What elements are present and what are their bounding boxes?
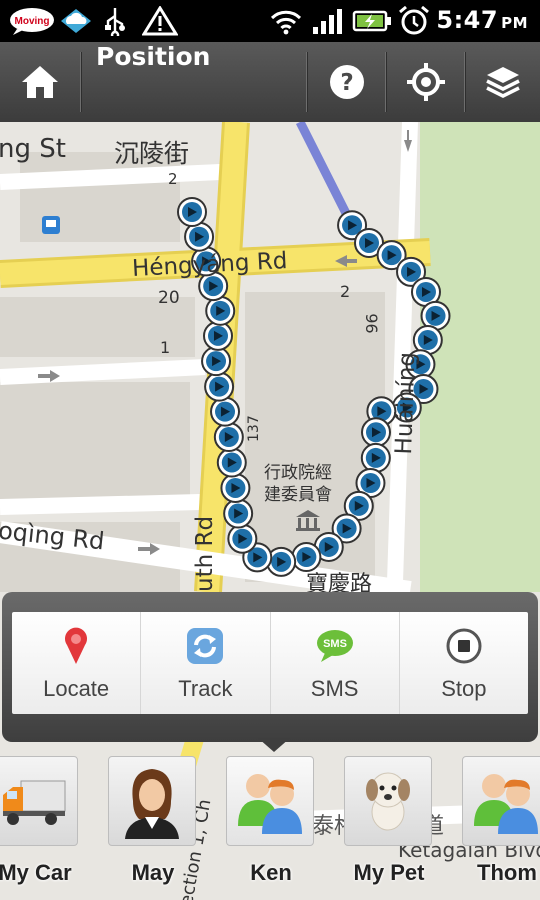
track-action-button[interactable]: Track [141,612,271,714]
divider [80,52,82,112]
group-avatar-icon [462,756,540,846]
map-label-number: 96 [362,313,382,334]
locate-label: Locate [43,676,110,701]
map-label-huaining: Huáiníng [391,351,421,455]
map-label-chinese-street: 沉陵街 [114,139,190,168]
track-point-marker[interactable] [216,447,247,478]
group-avatar-icon [226,756,314,846]
contact-name: Thom [477,860,537,885]
track-point-marker[interactable] [203,320,234,351]
action-bar: Position ? [0,42,540,122]
map-pin-icon [63,626,89,666]
warning-icon [140,6,180,36]
contact-ken[interactable]: Ken [226,756,316,896]
gps-target-icon [407,63,445,101]
wifi-icon [268,6,304,36]
track-point-marker[interactable] [220,472,251,503]
contact-may[interactable]: May [108,756,198,896]
refresh-arrows-icon [186,626,224,666]
bus-stop-icon [42,216,60,234]
track-point-marker[interactable] [361,417,391,448]
action-popup: Locate Track SMS SMS Stop [2,592,538,752]
track-point-marker[interactable] [227,523,258,554]
signal-icon [310,6,344,36]
sms-bubble-icon: SMS [315,626,355,666]
contact-my-car[interactable]: My Car [0,756,80,896]
track-point-marker[interactable] [205,295,236,326]
layers-icon [486,67,520,98]
park-area [420,122,540,592]
clock-time: 5:47 [436,6,499,34]
map-label-number: 137 [246,415,262,442]
track-label: Track [178,676,233,701]
cloud-sync-icon [58,6,94,36]
track-point-marker[interactable] [204,371,235,402]
usb-icon [100,6,130,36]
help-icon: ? [330,65,364,99]
battery-charging-icon [352,6,392,36]
track-point-marker[interactable] [201,346,232,377]
status-bar: Moving 5:47 PM [0,0,540,42]
alarm-icon [396,6,432,36]
stop-icon [445,626,483,666]
svg-text:Moving: Moving [15,16,50,27]
track-point-marker[interactable] [177,197,207,227]
sms-label: SMS [310,676,359,701]
contact-name: My Pet [353,860,425,885]
dog-icon [344,756,432,846]
contact-name: Ken [250,860,292,885]
map-label-south-rd: uth Rd [192,515,218,592]
layers-button[interactable] [466,42,540,122]
map-label-number: 20 [158,288,180,308]
sms-action-button[interactable]: SMS SMS [271,612,400,714]
contact-name: May [131,860,175,885]
clock: 5:47 PM [436,6,528,34]
page-title: Position [96,42,211,71]
woman-avatar-icon [108,756,196,846]
help-button[interactable]: ? [308,42,386,122]
track-point-marker[interactable] [223,498,254,529]
map-label-government-building: 行政院經 建委員會 [264,463,332,505]
track-point-marker[interactable] [210,396,241,427]
map-label-number: 2 [340,282,351,301]
home-button[interactable] [0,42,80,122]
action-panel: Locate Track SMS SMS Stop [12,612,528,714]
home-icon [22,66,58,98]
map-label-number: 2 [168,170,178,188]
locate-me-button[interactable] [387,42,465,122]
truck-icon [0,756,78,846]
track-point-marker[interactable] [213,422,244,453]
moving-app-icon: Moving [8,6,56,36]
svg-text:SMS: SMS [323,638,347,650]
track-point-marker[interactable] [184,221,215,252]
contact-name: My Car [0,860,72,885]
contact-thom[interactable]: Thom [462,756,540,896]
contacts-strip[interactable]: My Car May Ken My Pet Thom [0,748,540,900]
locate-action-button[interactable]: Locate [12,612,142,714]
svg-text:?: ? [340,70,353,96]
stop-label: Stop [441,676,487,701]
contact-my-pet[interactable]: My Pet [344,756,434,896]
track-point-marker[interactable] [360,442,391,473]
stop-action-button[interactable]: Stop [400,612,528,714]
map-label-number: 1 [160,338,171,357]
map-label-street: ng St [0,134,66,164]
clock-ampm: PM [501,14,528,32]
